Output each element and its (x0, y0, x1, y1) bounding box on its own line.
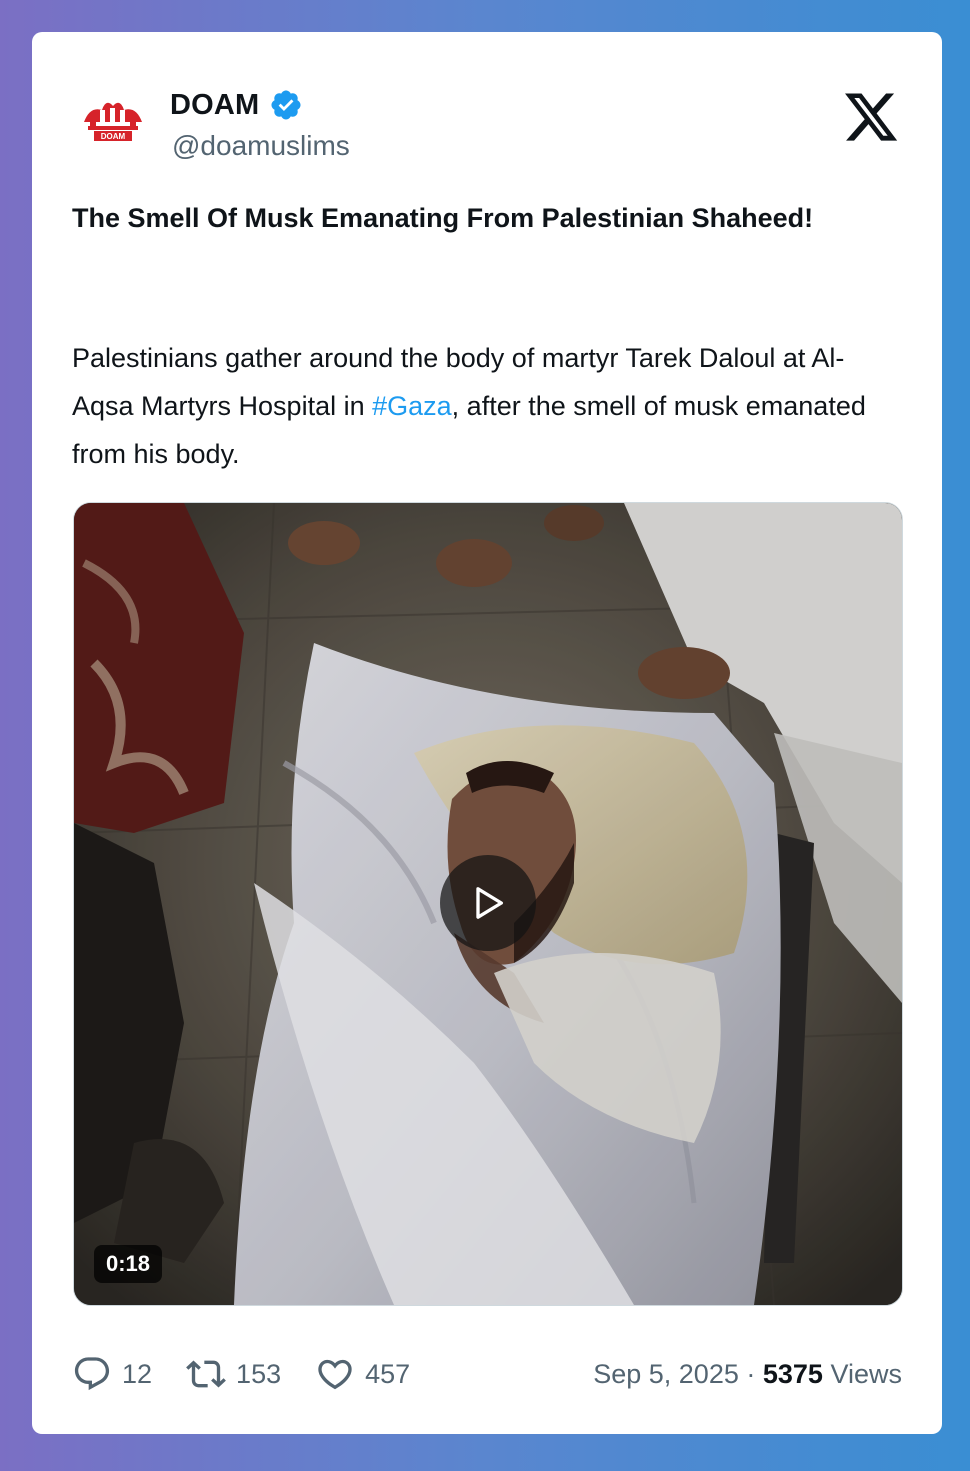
video-duration: 0:18 (94, 1245, 163, 1283)
reply-icon (74, 1357, 110, 1391)
play-button[interactable] (440, 855, 536, 951)
video-player[interactable]: 0:18 (73, 502, 903, 1306)
tweet-header: DOAM DOAM @doamuslims (80, 88, 902, 178)
tweet-card: DOAM DOAM @doamuslims The Smell Of Musk … (32, 32, 942, 1434)
doam-logo: DOAM (84, 102, 142, 141)
views-count: 5375 (762, 1358, 823, 1389)
reply-button[interactable]: 12 (72, 1354, 152, 1394)
author-name-row: DOAM (170, 88, 303, 122)
retweet-count: 153 (236, 1358, 282, 1389)
svg-text:DOAM: DOAM (101, 132, 126, 141)
author-name[interactable]: DOAM (170, 89, 259, 122)
post-body: Palestinians gather around the body of m… (72, 334, 872, 478)
like-count: 457 (365, 1358, 411, 1389)
avatar[interactable]: DOAM (80, 88, 146, 154)
play-icon (476, 887, 503, 919)
tweet-footer: 12 153 457 Sep 5, 2025 · 5375 Views (72, 1344, 902, 1404)
meta-separator: · (738, 1358, 763, 1389)
like-icon (318, 1359, 352, 1390)
verified-badge-icon (271, 90, 301, 120)
like-button[interactable]: 457 (315, 1354, 410, 1394)
reply-count: 12 (122, 1358, 153, 1389)
views-label: Views (822, 1358, 902, 1389)
tweet-meta: Sep 5, 2025 · 5375 Views (593, 1359, 902, 1390)
retweet-button[interactable]: 153 (186, 1354, 281, 1394)
x-logo-icon[interactable] (842, 88, 900, 146)
hashtag-link[interactable]: #Gaza (372, 391, 452, 421)
post-title: The Smell Of Musk Emanating From Palesti… (72, 203, 814, 233)
retweet-icon (186, 1360, 226, 1388)
author-handle[interactable]: @doamuslims (172, 130, 350, 162)
post-date[interactable]: Sep 5, 2025 (593, 1359, 739, 1389)
